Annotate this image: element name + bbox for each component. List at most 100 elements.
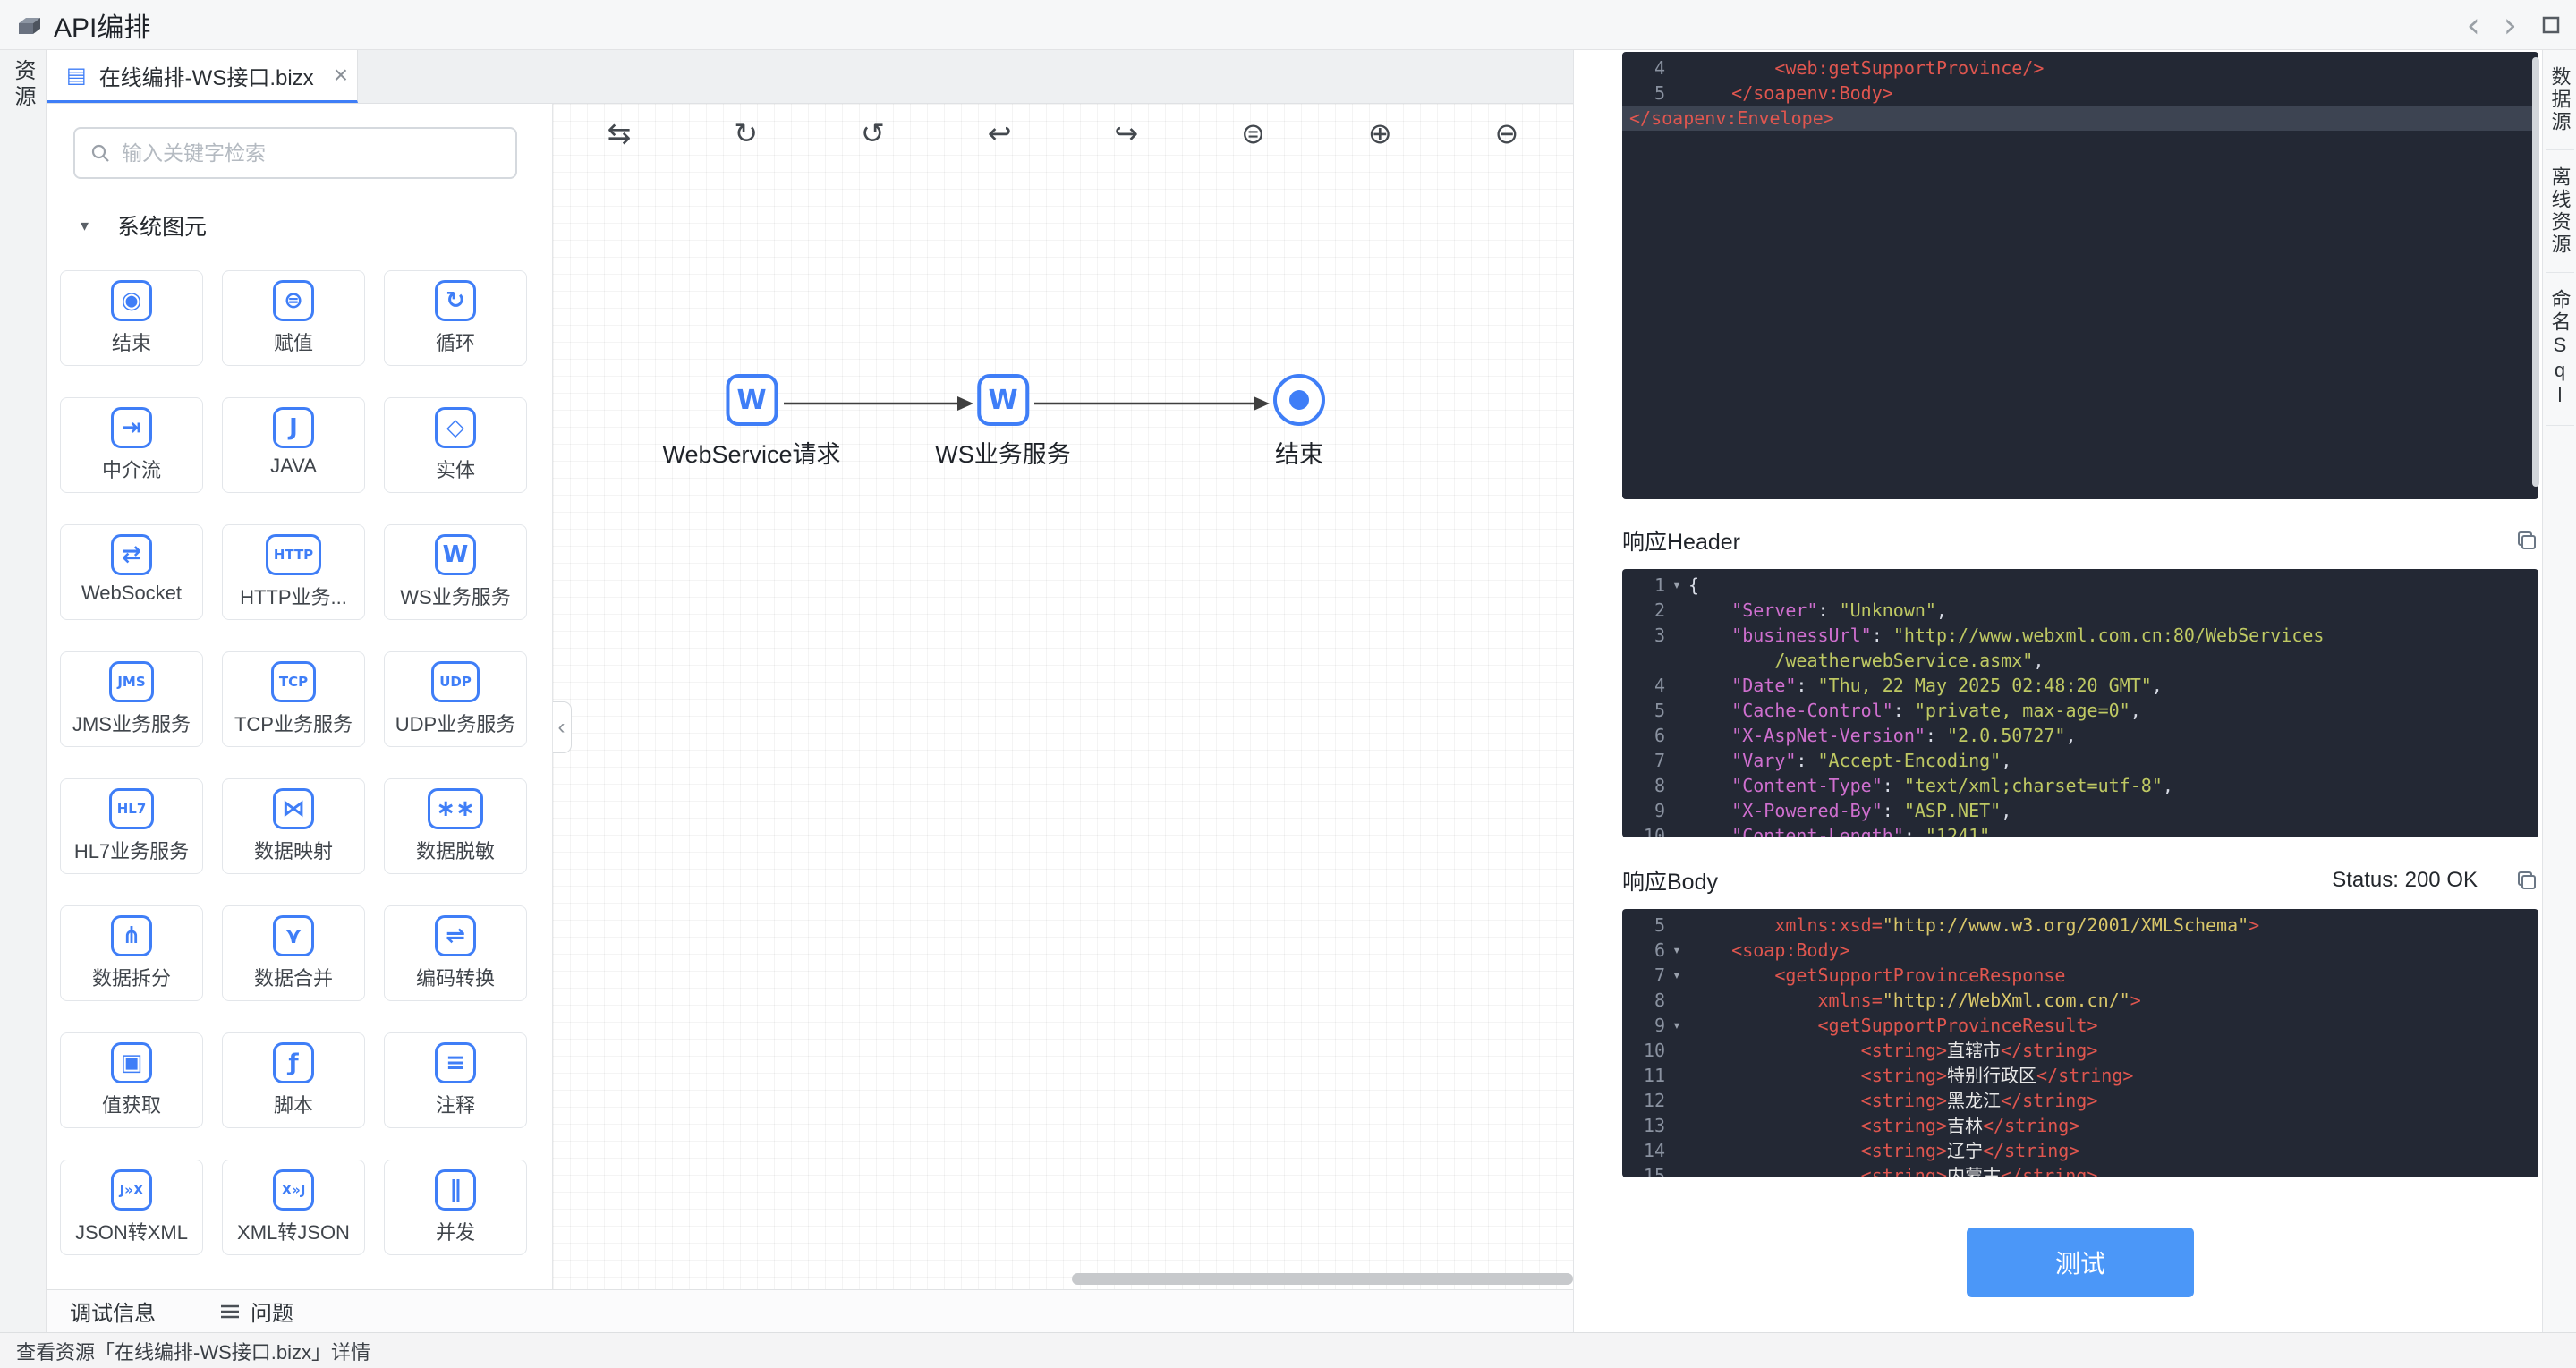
palette-item-data-merge[interactable]: ⋎ 数据合并 <box>222 905 365 1001</box>
status-bar: 查看资源「在线编排-WS接口.bizx」详情 <box>0 1332 2576 1368</box>
chevron-down-icon[interactable]: ▾ <box>81 217 89 235</box>
test-button[interactable]: 测试 <box>1967 1228 2194 1297</box>
request-code[interactable]: 4 <web:getSupportProvince/> 5 </soapenv:B… <box>1622 52 2538 499</box>
ws-service-node-icon: W <box>977 374 1029 426</box>
code-line: 5 </soapenv:Body> <box>1622 81 2538 106</box>
node-webservice-request[interactable]: W WebService请求 <box>662 374 841 470</box>
palette-item-loop[interactable]: ↻ 循环 <box>384 270 527 366</box>
fold-icon[interactable]: ▾ <box>1665 573 1688 598</box>
code-line: 10 "Content-Length": "1241" <box>1622 823 2538 837</box>
palette-item-xml-to-json[interactable]: X»J XML转JSON <box>222 1160 365 1255</box>
copy-body-icon[interactable] <box>2515 869 2538 892</box>
palette-item-assign[interactable]: ⊜ 赋值 <box>222 270 365 366</box>
code-line: 2 "Server": "Unknown", <box>1622 598 2538 623</box>
line-number: 1 <box>1654 574 1665 596</box>
app-title: API编排 <box>54 13 151 43</box>
palette-item-label: 编码转换 <box>415 967 495 990</box>
palette-item-json-to-xml[interactable]: J»X JSON转XML <box>60 1160 203 1255</box>
nav-back-icon[interactable]: ‹ <box>2467 8 2480 42</box>
palette-item-jms-service[interactable]: JMS JMS业务服务 <box>60 651 203 747</box>
palette-item-comment[interactable]: ≡ 注释 <box>384 1032 527 1128</box>
fold-icon[interactable]: ▾ <box>1665 938 1688 963</box>
http-service-icon: HTTP <box>265 534 322 575</box>
data-mapping-icon: ⋈ <box>273 788 314 829</box>
right-strip-tab-1[interactable]: 数据源 <box>2545 50 2574 150</box>
problems-tab[interactable]: 问题 <box>220 1296 293 1327</box>
canvas-horizontal-scrollbar[interactable] <box>1072 1273 1573 1285</box>
palette-item-entity[interactable]: ◇ 实体 <box>384 397 527 493</box>
response-header-code[interactable]: 1 ▾{2 "Server": "Unknown", 3 "businessUrl"… <box>1622 569 2538 837</box>
tab-close-icon[interactable]: × <box>334 63 348 88</box>
code-line: 9 ▾ <getSupportProvinceResult> <box>1622 1013 2538 1038</box>
response-body-code[interactable]: 5 xmlns:xsd="http://www.w3.org/2001/XMLS… <box>1622 909 2538 1177</box>
palette-item-label: 数据合并 <box>253 967 333 990</box>
maximize-icon[interactable] <box>2540 14 2562 36</box>
palette-item-udp-service[interactable]: UDP UDP业务服务 <box>384 651 527 747</box>
palette-item-java[interactable]: J JAVA <box>222 397 365 493</box>
editor-column: ▤ 在线编排-WS接口.bizx × ▾ 系统图元 ◉ 结束 ⊜ 赋值 ↻ 循环 ⇥ 中介流 J… <box>47 50 1573 1332</box>
palette-item-http-service[interactable]: HTTP HTTP业务... <box>222 524 365 620</box>
data-split-icon: ⋔ <box>111 915 152 956</box>
node-label: WebService请求 <box>662 441 841 468</box>
line-number: 6 <box>1654 939 1665 961</box>
code-line: 13 <string>吉林</string> <box>1622 1113 2538 1138</box>
fold-icon[interactable]: ▾ <box>1665 1013 1688 1038</box>
palette-item-data-masking[interactable]: ∗∗ 数据脱敏 <box>384 778 527 874</box>
palette-item-script[interactable]: ƒ 脚本 <box>222 1032 365 1128</box>
node-ws-service[interactable]: W WS业务服务 <box>935 374 1071 470</box>
palette-item-label: 并发 <box>435 1221 475 1244</box>
resources-strip-label[interactable]: 资源 <box>7 59 38 111</box>
websocket-icon: ⇄ <box>111 534 152 575</box>
palette-item-label: 中介流 <box>101 459 161 481</box>
palette-item-tcp-service[interactable]: TCP TCP业务服务 <box>222 651 365 747</box>
line-number: 2 <box>1654 599 1665 621</box>
palette-item-websocket[interactable]: ⇄ WebSocket <box>60 524 203 620</box>
palette-item-label: WS业务服务 <box>400 586 511 608</box>
line-number: 14 <box>1643 1140 1665 1161</box>
search-box[interactable] <box>73 127 517 179</box>
right-strip-tab-3[interactable]: 命名Sql <box>2545 273 2574 426</box>
debug-info-tab[interactable]: 调试信息 <box>70 1296 156 1327</box>
palette-item-end[interactable]: ◉ 结束 <box>60 270 203 366</box>
palette-item-hl7-service[interactable]: HL7 HL7业务服务 <box>60 778 203 874</box>
flow-canvas[interactable]: ⇆ ↻ ↺ ↩ ↪ ⊜ ⊕ ⊖ W WebService请求 W WS业务服务 … <box>553 104 1573 1289</box>
left-strip: 资源 <box>0 50 47 1332</box>
palette-item-value-get[interactable]: ▣ 值获取 <box>60 1032 203 1128</box>
palette-item-encoding-convert[interactable]: ⇌ 编码转换 <box>384 905 527 1001</box>
mediation-flow-icon: ⇥ <box>111 407 152 448</box>
hl7-service-icon: HL7 <box>108 788 155 829</box>
nav-forward-icon[interactable]: › <box>2504 8 2517 42</box>
code-line: /weatherwebService.asmx", <box>1622 648 2538 673</box>
right-strip-tab-2[interactable]: 离线资源 <box>2545 150 2574 273</box>
end-node-icon <box>1273 374 1325 426</box>
palette-item-ws-service[interactable]: W WS业务服务 <box>384 524 527 620</box>
collapse-palette-handle[interactable]: ‹ <box>553 701 572 753</box>
fold-icon[interactable]: ▾ <box>1665 963 1688 988</box>
palette-item-data-mapping[interactable]: ⋈ 数据映射 <box>222 778 365 874</box>
node-label: WS业务服务 <box>935 441 1071 468</box>
concurrent-icon: ∥ <box>435 1169 476 1211</box>
copy-header-icon[interactable] <box>2515 529 2538 552</box>
tcp-service-icon: TCP <box>270 661 317 702</box>
palette-item-mediation-flow[interactable]: ⇥ 中介流 <box>60 397 203 493</box>
palette-section-header[interactable]: ▾ 系统图元 <box>81 209 552 242</box>
status-bar-text: 查看资源「在线编排-WS接口.bizx」详情 <box>16 1340 371 1364</box>
code-line: 8 "Content-Type": "text/xml;charset=utf-… <box>1622 773 2538 798</box>
palette-item-label: 值获取 <box>101 1094 161 1117</box>
palette-item-data-split[interactable]: ⋔ 数据拆分 <box>60 905 203 1001</box>
palette-item-concurrent[interactable]: ∥ 并发 <box>384 1160 527 1255</box>
data-merge-icon: ⋎ <box>273 915 314 956</box>
tab-online-orchestration[interactable]: ▤ 在线编排-WS接口.bizx × <box>47 50 358 103</box>
panel-scrollbar[interactable] <box>2532 57 2539 487</box>
line-number: 12 <box>1643 1090 1665 1111</box>
node-end[interactable]: 结束 <box>1273 374 1325 470</box>
search-input[interactable] <box>122 140 515 166</box>
